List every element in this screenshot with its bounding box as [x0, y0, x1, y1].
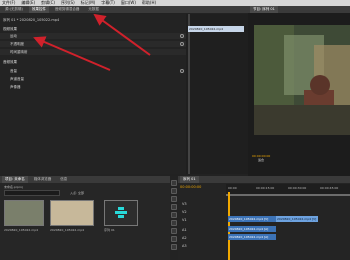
arrow-to-effect-controls	[93, 13, 151, 56]
annotation-arrows	[33, 13, 151, 71]
arrow-to-motion	[33, 36, 111, 71]
